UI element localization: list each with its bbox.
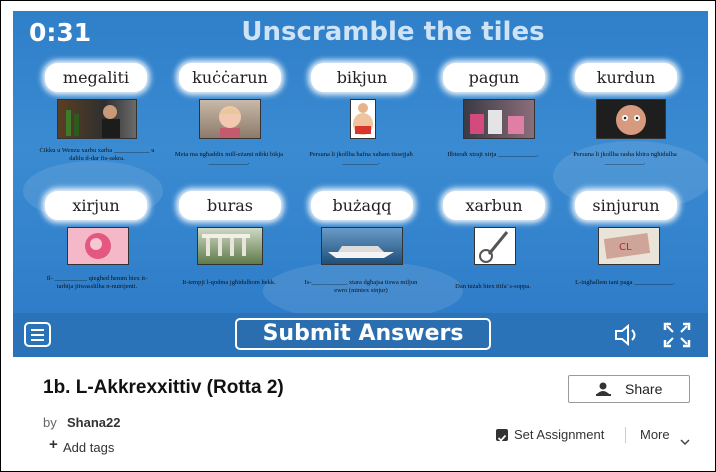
caption-10: L-ingħallem tani paga ____________. [575,279,675,286]
image-ladle [474,227,516,265]
add-tags-link[interactable]: Add tags [63,440,114,455]
screenshot-frame: 0:31 Unscramble the tiles megaliti kuċċa… [0,0,716,472]
tile-xirjun[interactable]: xirjun [45,191,147,220]
user-plus-icon [595,382,613,399]
image-crying-child [199,99,261,139]
tile-kuccarun[interactable]: kuċċarun [179,63,281,92]
caption-5: Persuna li jkollha rasha kbira ngħidulha… [573,151,677,166]
plus-icon: + [49,436,58,453]
caption-9: Dan tużah biex titfa' s-soppa. [455,283,531,290]
tile-megaliti[interactable]: megaliti [45,63,147,92]
fullscreen-icon[interactable] [663,322,691,348]
activity-title: 1b. L-Akkrexxittiv (Rotta 2) [43,377,284,398]
submit-answers-button[interactable]: Submit Answers [235,318,491,350]
set-assignment-button[interactable]: Set Assignment [514,427,604,442]
caption-8: Is-___________ xtara dgħajsa tiswa milju… [304,279,418,294]
tile-sinjurun[interactable]: sinjurun [575,191,677,220]
image-fetus [67,227,129,265]
caption-1: Ċikku u Wenzu xarbu xarba ___________ u … [39,147,155,162]
game-title: Unscramble the tiles [241,17,545,47]
menu-divider [625,427,626,443]
tile-buras[interactable]: buras [179,191,281,220]
game-toolbar: Submit Answers [13,313,708,357]
game-panel: 0:31 Unscramble the tiles megaliti kuċċa… [13,11,708,357]
checkbox-icon [496,429,508,442]
tile-buzaqq[interactable]: bużaqq [311,191,413,220]
speaker-icon[interactable] [613,323,643,347]
share-button[interactable]: Share [568,375,690,403]
image-drinking-men [57,99,137,139]
svg-text:CL: CL [619,242,632,253]
image-temple-ruins [197,227,263,265]
image-money: CL [598,227,660,265]
tile-pagun[interactable]: pagun [443,63,545,92]
image-big-head-man [596,99,666,139]
image-shopping-bags [463,99,535,139]
tile-bikjun[interactable]: bikjun [311,63,413,92]
by-label: by [43,415,57,430]
tile-kurdun[interactable]: kurdun [575,63,677,92]
image-fat-person [350,99,376,139]
caption-3: Persuna li jkollha ħafna xaħam tissejjaħ… [309,151,413,166]
caption-2: Meta ma ngħaddix mill-eżami nibki bikja … [174,151,284,166]
author-link[interactable]: Shana22 [67,415,120,430]
timer: 0:31 [29,18,92,47]
chevron-down-icon [680,431,690,450]
tile-xarbun[interactable]: xarbun [443,191,545,220]
caption-4: Ilbieraħ xtrajt xirja ____________. [447,151,539,158]
image-yacht [321,227,403,265]
more-menu-button[interactable]: More [640,427,670,442]
caption-6: Il- __________ qiegħed ħemm biex it-tarb… [46,275,148,290]
hamburger-menu-icon[interactable] [24,322,51,347]
share-label: Share [625,381,663,397]
caption-7: It-tempji l-qodma jgħidulhom hekk. [182,279,276,286]
